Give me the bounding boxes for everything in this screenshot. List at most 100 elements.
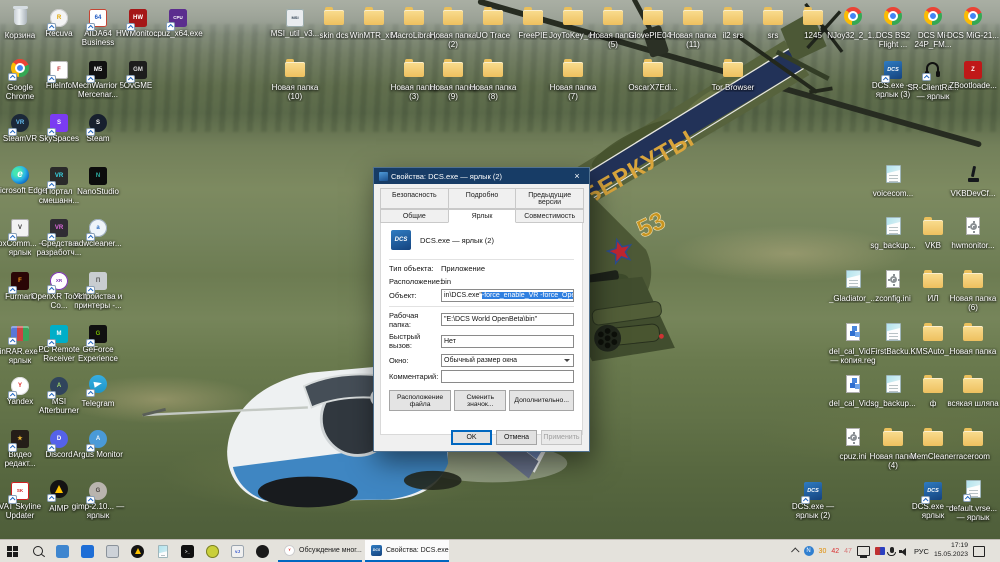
shortcut-badge [87,496,94,503]
folder-icon [563,59,583,77]
start-button[interactable] [0,540,25,562]
ok-button[interactable]: OK [451,430,492,445]
clock-time: 17:19 [950,542,968,550]
desktop-icon[interactable]: voicecom... [865,164,921,198]
desktop-icon[interactable]: N NanoStudio [70,164,126,196]
joy-icon [965,165,981,183]
shortcut-badge [882,75,889,82]
clock[interactable]: 17:19 15.05.2023 [934,542,968,560]
tab-security[interactable]: Безопасность [380,188,449,209]
desktop-icon[interactable]: DCS DCS.exe — ярлык (2) [785,479,841,521]
taskbar-pinned-notepad[interactable] [150,540,175,562]
desktop-icon[interactable]: DCS MiG-21... [945,6,1000,40]
desktop-icon[interactable]: raceroom [945,427,1000,461]
shortcut-badge [9,286,16,293]
close-icon[interactable]: × [570,169,584,183]
tray-expand-icon[interactable] [790,547,800,556]
tray-temp-1[interactable]: 30 [819,548,827,555]
folder-icon [563,7,583,25]
desktop-icon[interactable]: G GeForce Experience [70,322,126,364]
desktop-icon[interactable]: S Steam [70,111,126,143]
hotkey-input[interactable]: Нет [441,334,574,348]
shortcut-name: DCS.exe — ярлык (2) [420,235,494,245]
note-icon [885,217,901,235]
desktop-icon[interactable]: Новая папка (7) [545,58,601,102]
desktop-icon[interactable]: A Argus Monitor [70,427,126,459]
dialog-titlebar[interactable]: Свойства: DCS.exe — ярлык (2) × [374,168,589,184]
tray-gpu-icon[interactable] [874,547,885,555]
advanced-button[interactable]: Дополнительно... [509,390,574,411]
window-mode-select[interactable]: Обычный размер окна [441,353,574,367]
folder-icon [923,428,943,446]
tray-temp-2[interactable]: 42 [831,548,839,555]
desktop-icon[interactable]: Tor Browser [705,58,761,92]
taskbar-pinned-joystick-tool[interactable] [250,540,275,562]
shortcut-badge [802,496,809,503]
yandex-icon: Y [284,544,295,556]
search-button[interactable] [25,540,50,562]
comment-input[interactable] [441,370,574,383]
taskbar-window-yandex[interactable]: Y Обсуждение мног... [278,540,362,562]
tray-microphone-icon[interactable] [887,547,897,556]
tab-general[interactable]: Общие [380,209,449,223]
folder-icon [923,375,943,393]
taskbar-pinned-this-pc[interactable] [100,540,125,562]
desktop-icon[interactable]: Новая папка (6) [945,269,1000,313]
desktop-icon[interactable]: OscarX7Edi... [625,58,681,92]
desktop-icon[interactable]: всякая шляпа [945,374,1000,408]
target-input[interactable]: in\DCS.exe" -force_enable_VR -force_Open… [441,289,574,302]
tab-details[interactable]: Подробно [447,188,517,209]
desktop-icon[interactable]: Новая папка (8) [465,58,521,102]
window-label: Окно: [389,355,409,365]
desktop-icon-label: Новая папка (6) [949,294,997,313]
taskbar-pinned-remote-app[interactable] [50,540,75,562]
folder-icon [723,7,743,25]
folder-icon [643,7,663,25]
taskbar-window-dcs[interactable]: DCS Свойства: DCS.exe ... [365,540,449,562]
language-indicator[interactable]: РУС [914,547,929,556]
tray-display-icon[interactable] [856,546,870,558]
tray-temp-3[interactable]: 47 [844,548,852,555]
desktop-icon[interactable]: hwmonitor... [945,216,1000,250]
tab-shortcut[interactable]: Ярлык [447,209,517,223]
note-icon [885,375,901,393]
notification-center-icon[interactable] [973,545,985,557]
folder-icon [443,59,463,77]
tab-compatibility[interactable]: Совместимость [515,209,585,223]
gear-icon [966,217,980,235]
folder-icon [364,7,384,25]
desktop-icon[interactable]: Z ZBootloade... [945,58,1000,90]
shortcut-badge [87,444,94,451]
desktop-icon[interactable]: CPU cpuz_x64.exe [150,6,206,38]
gear-icon [846,428,860,446]
desktop-icon[interactable]: П Устройства и принтеры -... [70,269,126,311]
desktop-icon[interactable]: Ggimp-2.10... — ярлык [70,479,126,521]
workdir-input[interactable]: "E:\DCS World OpenBeta\bin" [441,313,574,326]
taskbar-pinned-cpu-meter[interactable] [200,540,225,562]
taskbar-window-label: Обсуждение мног... [299,546,362,554]
taskbar-pinned-photos-app[interactable] [75,540,100,562]
desktop-icon[interactable]: Telegram [70,374,126,408]
taskbar-pinned-aimp[interactable] [125,540,150,562]
folder-icon [483,7,503,25]
tray-nano-icon[interactable]: N [803,546,814,556]
cancel-button[interactable]: Отмена [496,430,537,445]
chrome-icon [884,7,902,25]
tray-volume-icon[interactable] [898,547,909,556]
workdir-label: Рабочая папка: [389,310,419,329]
note-icon [885,165,901,183]
desktop-icon[interactable]: GM OvGME [110,58,166,90]
edge-icon: e [11,165,29,184]
taskbar-pinned-cmd[interactable]: >_ [175,540,200,562]
open-file-location-button[interactable]: Расположение файла [389,390,452,411]
change-icon-button[interactable]: Сменить значок... [454,390,507,411]
desktop-icon[interactable]: a adwcleaner... [70,216,126,248]
shortcut-tab-page: DCS DCS.exe — ярлык (2) Тип объекта: При… [380,223,583,435]
tab-previous-versions[interactable]: Предыдущие версии [515,188,585,209]
desktop-icon[interactable]: default.vrse... — ярлык [945,479,1000,523]
desktop-icon[interactable]: VKBDevCf... [945,164,1000,198]
desktop-icon-label: Steam [86,134,110,143]
taskbar-pinned-vjoy[interactable]: vJ [225,540,250,562]
desktop-icon[interactable]: Новая папка [945,322,1000,356]
desktop-icon[interactable]: Новая папка (10) [267,58,323,102]
